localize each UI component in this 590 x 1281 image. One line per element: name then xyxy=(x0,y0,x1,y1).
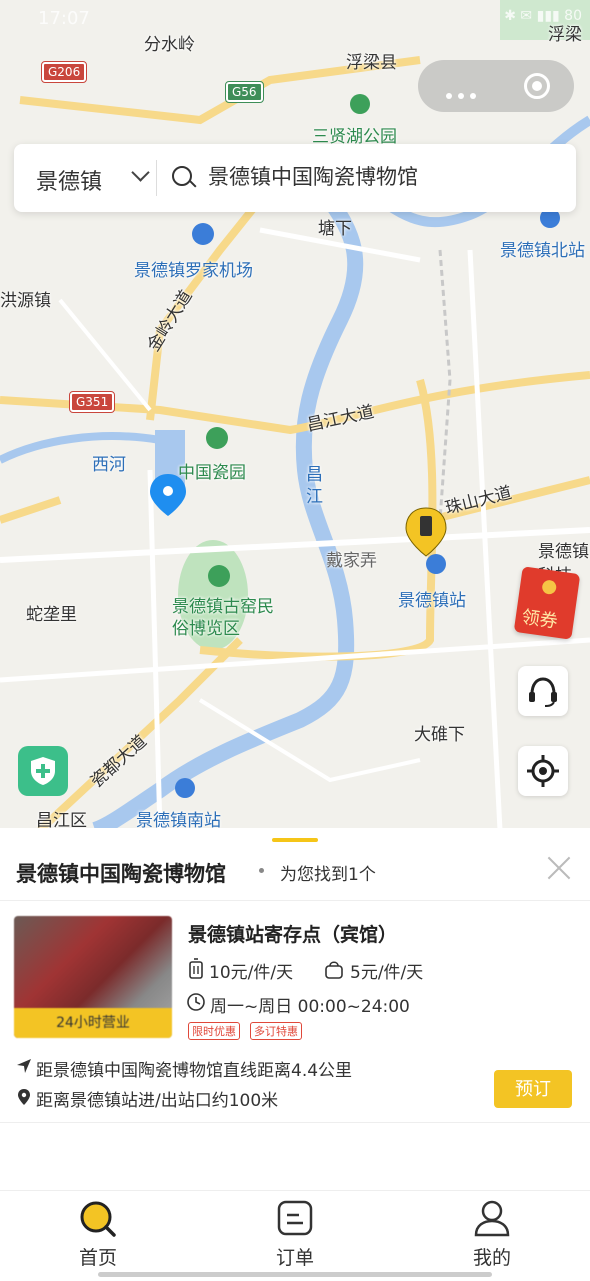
order-tab-icon xyxy=(277,1200,313,1236)
opening-hours: 周一~周日 00:00~24:00 xyxy=(210,997,410,1017)
tab-label: 订单 xyxy=(275,1247,314,1269)
map-label: 大碓下 xyxy=(414,725,465,745)
map-label: 景德镇北站 xyxy=(500,241,585,261)
road-badge: G351 xyxy=(68,391,116,413)
map-label: 景德镇站 xyxy=(398,591,466,611)
map-label: 景德镇罗家机场 xyxy=(134,261,253,281)
drag-handle[interactable] xyxy=(272,838,318,842)
tab-bar: 首页 订单 我的 xyxy=(0,1190,590,1281)
map-label: 蛇垄里 xyxy=(26,605,77,625)
scenic-icon-2 xyxy=(208,565,230,587)
map-label: 中国瓷园 xyxy=(178,463,246,483)
shield-plus-icon xyxy=(31,757,55,785)
map-label: 戴家弄 xyxy=(326,551,377,571)
search-tab-icon xyxy=(80,1201,116,1237)
chevron-down-icon[interactable] xyxy=(131,163,150,182)
clock-icon xyxy=(187,993,205,1011)
map-label: 分水岭 xyxy=(144,35,195,55)
map-label: 昌江区 xyxy=(36,811,87,830)
coin-icon xyxy=(541,579,558,596)
store-thumbnail[interactable]: 24小时营业 xyxy=(14,916,172,1038)
distance-text: 距景德镇中国陶瓷博物馆直线距离4.4公里 xyxy=(36,1061,353,1081)
divider xyxy=(0,1122,590,1123)
map-label: 塘下 xyxy=(318,219,352,239)
coupon-button[interactable]: 领券 xyxy=(513,566,581,640)
customer-service-button[interactable] xyxy=(518,666,568,716)
tab-orders[interactable]: 订单 xyxy=(245,1199,345,1269)
search-icon xyxy=(172,166,192,186)
result-count: 为您找到1个 xyxy=(280,865,376,885)
price-large: 10元/件/天 xyxy=(209,963,294,983)
airport-icon xyxy=(192,223,214,245)
station-icon-1 xyxy=(426,554,446,574)
status-time: 17:07 xyxy=(38,8,90,29)
hours-badge: 24小时营业 xyxy=(14,1008,172,1038)
divider xyxy=(156,160,157,196)
map-canvas xyxy=(0,0,590,830)
search-input[interactable] xyxy=(208,164,548,188)
location-marker-icon xyxy=(18,1089,30,1105)
scenic-icon-1 xyxy=(206,427,228,449)
store-name[interactable]: 景德镇站寄存点（宾馆） xyxy=(188,920,397,947)
road-badge: G56 xyxy=(225,81,264,103)
tab-label: 我的 xyxy=(472,1247,511,1269)
price-small: 5元/件/天 xyxy=(350,963,424,983)
book-button[interactable]: 预订 xyxy=(494,1070,572,1108)
home-indicator xyxy=(98,1272,492,1277)
map-label: 浮梁县 xyxy=(346,53,397,73)
tab-label: 首页 xyxy=(78,1247,117,1269)
coupon-label: 领券 xyxy=(520,606,559,633)
promo-tag: 限时优惠 xyxy=(188,1022,240,1040)
close-miniprogram-icon[interactable] xyxy=(524,73,550,99)
navigation-arrow-icon xyxy=(17,1059,31,1073)
map-label: 浮梁 xyxy=(548,25,582,45)
tab-home[interactable]: 首页 xyxy=(48,1199,148,1269)
promo-tag: 多订特惠 xyxy=(250,1022,302,1040)
search-bar: 景德镇 xyxy=(14,144,576,212)
safety-button[interactable] xyxy=(18,746,68,796)
exit-distance-text: 距离景德镇站进/出站口约100米 xyxy=(36,1091,279,1111)
map-label: 昌江 xyxy=(306,465,323,507)
map-view[interactable]: 17:07 ✱ ✉ ▮▮▮ 80 分水岭 浮梁县 三贤湖公园 浮梁 塘下 景德镇… xyxy=(0,0,590,830)
locate-button[interactable] xyxy=(518,746,568,796)
bag-small-icon xyxy=(325,961,343,979)
headset-icon xyxy=(529,677,557,707)
city-selector[interactable]: 景德镇 xyxy=(36,164,102,196)
more-icon[interactable] xyxy=(446,84,482,103)
map-label: 景德镇南站 xyxy=(136,811,221,830)
map-label: 洪源镇 xyxy=(0,291,51,311)
miniprogram-capsule[interactable] xyxy=(418,60,574,112)
map-label: 景德镇古窑民俗博览区 xyxy=(172,597,274,639)
road-badge: G206 xyxy=(40,61,88,83)
result-panel: 景德镇中国陶瓷博物馆 为您找到1个 24小时营业 景德镇站寄存点（宾馆） 10元… xyxy=(0,828,590,1190)
divider xyxy=(0,900,590,901)
panel-title: 景德镇中国陶瓷博物馆 xyxy=(16,862,226,886)
park-icon xyxy=(350,94,370,114)
user-tab-icon xyxy=(474,1200,510,1237)
station-icon-2 xyxy=(175,778,195,798)
close-icon[interactable] xyxy=(546,854,572,880)
separator-dot xyxy=(259,868,264,873)
tab-profile[interactable]: 我的 xyxy=(442,1199,542,1269)
luggage-large-icon xyxy=(189,958,203,979)
crosshair-icon xyxy=(527,755,559,787)
map-label: 西河 xyxy=(92,455,126,475)
